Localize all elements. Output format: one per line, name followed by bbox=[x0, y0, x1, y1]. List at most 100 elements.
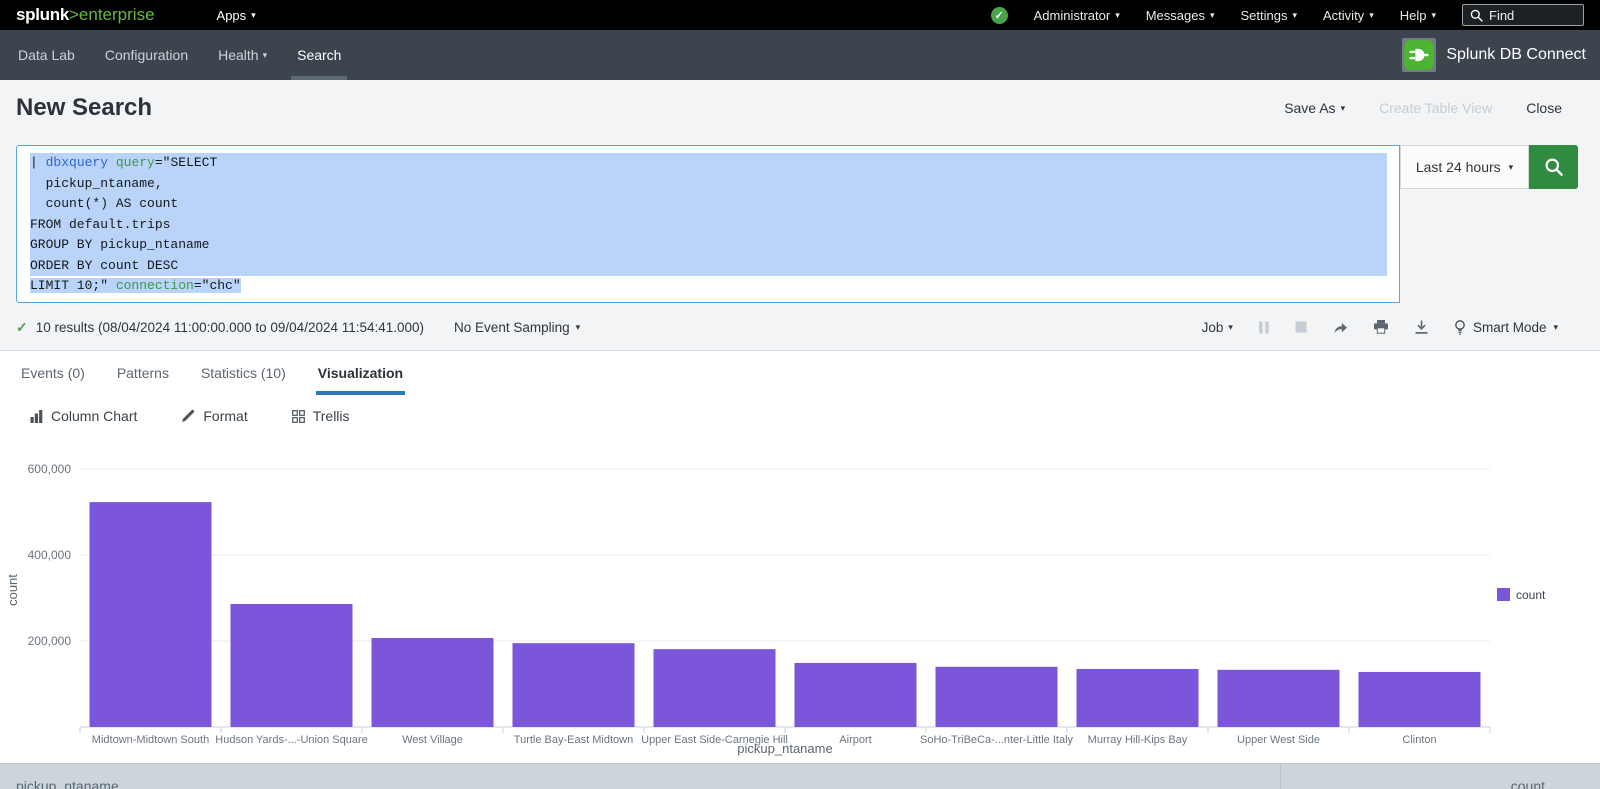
bar-3[interactable] bbox=[372, 638, 494, 727]
download-icon bbox=[1414, 320, 1429, 334]
x-axis-category-label: Hudson Yards-...-Union Square bbox=[215, 734, 367, 746]
nav-item-label: Data Lab bbox=[18, 30, 75, 80]
event-sampling-menu[interactable]: No Event Sampling ▾ bbox=[454, 320, 580, 335]
bar-9[interactable] bbox=[1218, 670, 1340, 727]
query-line: ORDER BY count DESC bbox=[30, 256, 1387, 277]
bar-6[interactable] bbox=[795, 663, 917, 727]
bar-4[interactable] bbox=[513, 643, 635, 727]
y-axis-tick-label: 400,000 bbox=[28, 548, 72, 562]
chart-type-picker[interactable]: Column Chart bbox=[30, 408, 137, 424]
help-menu-label: Help bbox=[1400, 8, 1427, 23]
pause-button bbox=[1258, 321, 1270, 334]
logo-splunk-text: splunk bbox=[16, 5, 69, 25]
save-as-button[interactable]: Save As ▾ bbox=[1284, 100, 1345, 116]
x-axis-category-label: Upper West Side bbox=[1237, 734, 1320, 746]
nav-item-label: Health bbox=[218, 30, 258, 80]
messages-menu-label: Messages bbox=[1146, 8, 1205, 23]
column-header-pickup-ntaname[interactable]: pickup_ntaname bbox=[0, 764, 1280, 789]
help-menu[interactable]: Help ▾ bbox=[1400, 8, 1436, 23]
lightbulb-icon bbox=[1454, 320, 1466, 335]
nav-item-health[interactable]: Health ▾ bbox=[203, 30, 282, 80]
legend-swatch bbox=[1497, 588, 1510, 601]
job-menu[interactable]: Job ▾ bbox=[1202, 320, 1233, 335]
time-range-picker[interactable]: Last 24 hours ▾ bbox=[1400, 145, 1529, 189]
health-status-icon[interactable]: ✓ bbox=[991, 7, 1008, 24]
caret-down-icon: ▾ bbox=[1341, 104, 1346, 113]
visualization-toolbar: Column Chart Format Trellis bbox=[0, 394, 1600, 438]
find-input[interactable] bbox=[1489, 8, 1575, 23]
caret-down-icon: ▾ bbox=[1431, 11, 1436, 20]
nav-item-data-lab[interactable]: Data Lab bbox=[3, 30, 90, 80]
event-sampling-label: No Event Sampling bbox=[454, 320, 570, 335]
trellis-button[interactable]: Trellis bbox=[292, 408, 350, 424]
close-label: Close bbox=[1526, 100, 1562, 116]
run-search-button[interactable] bbox=[1529, 145, 1578, 189]
page-title: New Search bbox=[16, 94, 152, 122]
db-connect-app-icon bbox=[1402, 38, 1436, 72]
search-mode-label: Smart Mode bbox=[1473, 320, 1547, 335]
settings-menu[interactable]: Settings ▾ bbox=[1241, 8, 1298, 23]
caret-down-icon: ▾ bbox=[263, 51, 268, 60]
search-query-input[interactable]: | dbxquery query="SELECT pickup_ntaname,… bbox=[16, 145, 1400, 303]
x-axis-category-label: Turtle Bay-East Midtown bbox=[514, 734, 633, 746]
query-line: | dbxquery query="SELECT bbox=[30, 153, 1387, 174]
tab-label: Patterns bbox=[117, 365, 169, 381]
app-home-link[interactable]: Splunk DB Connect bbox=[1402, 38, 1586, 72]
bar-7[interactable] bbox=[936, 667, 1058, 727]
print-button[interactable] bbox=[1373, 320, 1389, 334]
export-button[interactable] bbox=[1414, 320, 1429, 334]
find-search-box[interactable] bbox=[1462, 4, 1584, 26]
search-area: | dbxquery query="SELECT pickup_ntaname,… bbox=[0, 136, 1600, 304]
column-header-count[interactable]: count bbox=[1280, 764, 1600, 789]
administrator-menu[interactable]: Administrator ▾ bbox=[1034, 8, 1120, 23]
bar-5[interactable] bbox=[654, 649, 776, 727]
bar-2[interactable] bbox=[231, 604, 353, 727]
page-header: New Search Save As ▾ Create Table View C… bbox=[0, 80, 1600, 136]
bar-8[interactable] bbox=[1077, 669, 1199, 727]
tab-patterns[interactable]: Patterns bbox=[115, 351, 171, 395]
activity-menu-label: Activity bbox=[1323, 8, 1364, 23]
save-as-label: Save As bbox=[1284, 100, 1335, 116]
tab-visualization[interactable]: Visualization bbox=[316, 351, 405, 395]
bar-10[interactable] bbox=[1359, 672, 1481, 727]
query-line: count(*) AS count bbox=[30, 194, 1387, 215]
legend-label[interactable]: count bbox=[1516, 588, 1546, 602]
x-axis-category-label: Midtown-Midtown South bbox=[92, 734, 209, 746]
results-tabs: Events (0) Patterns Statistics (10) Visu… bbox=[0, 350, 1600, 394]
x-axis-category-label: SoHo-TriBeCa-...nter-Little Italy bbox=[920, 734, 1074, 746]
app-nav-bar: Data Lab Configuration Health ▾ Search S… bbox=[0, 30, 1600, 80]
trellis-grid-icon bbox=[292, 410, 305, 423]
logo-enterprise-text: >enterprise bbox=[69, 5, 155, 25]
search-icon bbox=[1470, 9, 1483, 22]
bar-1[interactable] bbox=[90, 502, 212, 727]
messages-menu[interactable]: Messages ▾ bbox=[1146, 8, 1215, 23]
y-axis-title: count bbox=[5, 574, 20, 606]
query-line: GROUP BY pickup_ntaname bbox=[30, 235, 1387, 256]
tab-label: Events (0) bbox=[21, 365, 85, 381]
splunk-logo[interactable]: splunk>enterprise bbox=[16, 5, 155, 25]
share-button[interactable] bbox=[1332, 320, 1348, 334]
x-axis-category-label: West Village bbox=[402, 734, 463, 746]
search-mode-menu[interactable]: Smart Mode ▾ bbox=[1454, 320, 1558, 335]
nav-item-label: Configuration bbox=[105, 30, 188, 80]
caret-down-icon: ▾ bbox=[1210, 11, 1215, 20]
topbar-right-group: ✓ Administrator ▾ Messages ▾ Settings ▾ … bbox=[991, 4, 1584, 26]
tab-label: Statistics (10) bbox=[201, 365, 286, 381]
query-line: pickup_ntaname, bbox=[30, 174, 1387, 195]
nav-item-configuration[interactable]: Configuration bbox=[90, 30, 203, 80]
caret-down-icon: ▾ bbox=[1369, 11, 1374, 20]
caret-down-icon: ▾ bbox=[1228, 323, 1233, 332]
apps-menu[interactable]: Apps ▾ bbox=[217, 8, 256, 23]
tab-events[interactable]: Events (0) bbox=[19, 351, 87, 395]
nav-item-search[interactable]: Search bbox=[282, 30, 356, 80]
results-bar: ✓ 10 results (08/04/2024 11:00:00.000 to… bbox=[0, 304, 1600, 350]
activity-menu[interactable]: Activity ▾ bbox=[1323, 8, 1374, 23]
close-button[interactable]: Close bbox=[1526, 100, 1562, 116]
x-axis-category-label: Murray Hill-Kips Bay bbox=[1088, 734, 1188, 746]
caret-down-icon: ▾ bbox=[1292, 11, 1297, 20]
caret-down-icon: ▾ bbox=[1553, 323, 1558, 332]
trellis-label: Trellis bbox=[313, 408, 350, 424]
chart-type-label: Column Chart bbox=[51, 408, 137, 424]
tab-statistics[interactable]: Statistics (10) bbox=[199, 351, 288, 395]
format-button[interactable]: Format bbox=[181, 408, 247, 424]
